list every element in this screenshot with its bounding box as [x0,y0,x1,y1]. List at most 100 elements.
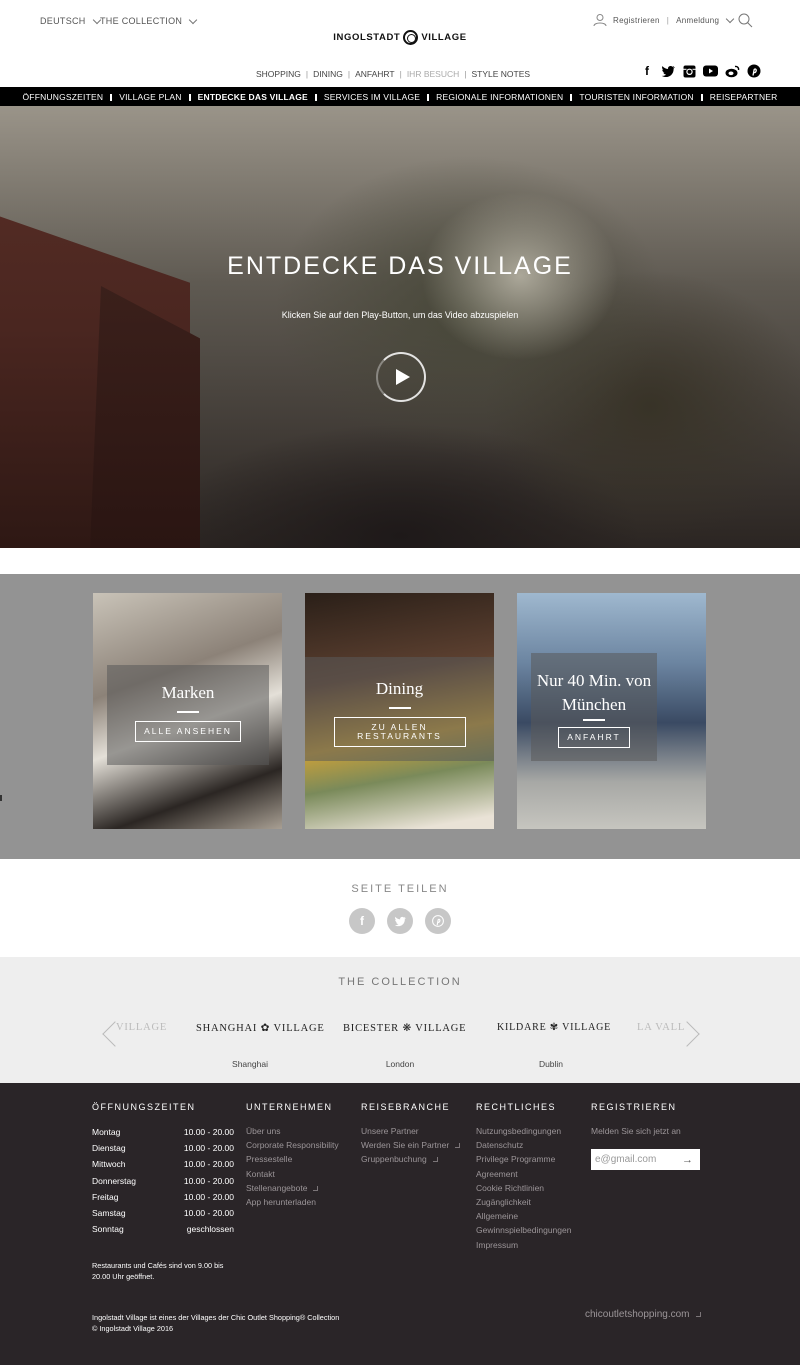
nav-ihr-besuch[interactable]: IHR BESUCH [407,69,459,79]
footer-link-nutzungsbedingungen[interactable]: Nutzungsbedingungen [476,1124,571,1138]
hero-title: ENTDECKE DAS VILLAGE [227,252,573,280]
language-label: DEUTSCH [40,16,86,26]
subnav-services[interactable]: SERVICES IM VILLAGE [314,92,428,102]
collection-selector[interactable]: THE COLLECTION [100,15,198,26]
hours-row: Sonntag geschlossen [92,1221,234,1237]
share-pinterest-button[interactable] [425,908,451,934]
card-button-zu-allen-restaurants[interactable]: ZU ALLEN RESTAURANTS [333,717,466,747]
share-twitter-button[interactable] [387,908,413,934]
hours-time: geschlossen [186,1224,234,1235]
footer-link-kontakt[interactable]: Kontakt [246,1167,339,1181]
search-icon[interactable] [738,13,753,28]
card-anfahrt[interactable]: Nur 40 Min. von München ANFAHRT [517,593,706,829]
hours-time: 10.00 - 20.00 [183,1143,234,1154]
footer-link-corporate-responsibility[interactable]: Corporate Responsibility [246,1138,339,1152]
language-selector[interactable]: DEUTSCH [40,15,101,26]
site-logo[interactable]: INGOLSTADT VILLAGE [322,26,478,48]
register-link[interactable]: Registrieren [613,16,660,25]
opening-hours-table: Montag 10.00 - 20.00 Dienstag 10.00 - 20.0… [92,1124,234,1237]
hours-row: Samstag 10.00 - 20.00 [92,1205,234,1221]
pinterest-icon[interactable] [747,64,761,78]
weibo-icon[interactable] [725,65,740,78]
footer-link-cookie-richtlinien[interactable]: Cookie Richtlinien [476,1181,571,1195]
arrow-right-icon[interactable]: → [682,1154,693,1166]
subnav-entdecke-das-village[interactable]: ENTDECKE DAS VILLAGE [188,92,316,102]
card-overlay: Nur 40 Min. von München ANFAHRT [531,653,657,761]
twitter-icon[interactable] [661,65,676,78]
footer-link-gruppenbuchung[interactable]: Gruppenbuchung [361,1152,460,1166]
footer-link-zugaenglichkeit[interactable]: Zugänglichkeit [476,1195,571,1209]
card-marken[interactable]: Marken ALLE ANSEHEN [93,593,282,829]
hours-day: Montag [92,1127,121,1137]
footer-register-text: Melden Sie sich jetzt an [591,1126,681,1136]
footer-link-label: Werden Sie ein Partner [361,1140,450,1151]
youtube-icon[interactable] [703,65,718,77]
footer-link-app-herunterladen[interactable]: App herunterladen [246,1195,339,1209]
hours-day: Donnerstag [92,1175,136,1186]
footer-travel-links: Unsere Partner Werden Sie ein Partner Gr… [361,1124,461,1167]
footer-link-ueber-uns[interactable]: Über uns [246,1124,339,1138]
collection-logo-kildare[interactable]: KILDARE ✾ VILLAGE [497,1022,611,1033]
hours-row: Mittwoch 10.00 - 20.00 [92,1156,234,1172]
collection-city-london: London [385,1059,415,1069]
footer-link-werden-sie-partner[interactable]: Werden Sie ein Partner [361,1138,461,1152]
twitter-icon [394,916,406,926]
collection-logo-partial-left[interactable]: VILLAGE [116,1022,167,1033]
nav-style-notes[interactable]: STYLE NOTES [471,69,530,79]
chicoutletshopping-link[interactable]: chicoutletshopping.com [585,1309,701,1320]
hours-time: 10.00 - 20.00 [183,1175,234,1186]
divider: | [305,69,309,79]
subnav-village-plan[interactable]: VILLAGE PLAN [110,92,189,102]
card-overlay: Dining ZU ALLEN RESTAURANTS [305,657,494,761]
site-header: DEUTSCH THE COLLECTION INGOLSTADT VILLAG… [0,0,800,87]
footer-link-privilege-programme[interactable]: Privilege Programme [476,1152,571,1166]
login-link[interactable]: Anmeldung [676,16,719,25]
user-icon[interactable] [593,13,607,27]
footer-link-stellenangebote[interactable]: Stellenangebote [246,1181,339,1195]
main-nav: SHOPPING | DINING | ANFAHRT | IHR BESUCH | S… [256,69,530,79]
share-facebook-button[interactable]: f [349,908,375,934]
nav-shopping[interactable]: SHOPPING [256,69,301,79]
card-title: Nur 40 Min. von München [536,671,652,714]
hours-row: Freitag 10.00 - 20.00 [92,1189,234,1205]
footer-link-agreement[interactable]: Agreement [476,1167,571,1181]
card-button-alle-ansehen[interactable]: ALLE ANSEHEN [135,721,241,742]
footer-link-pressestelle[interactable]: Pressestelle [246,1152,339,1166]
card-button-anfahrt[interactable]: ANFAHRT [558,727,630,748]
logo-text-left: KILDARE [497,1022,547,1033]
feature-cards: Marken ALLE ANSEHEN Dining ZU ALLEN REST… [0,574,800,859]
footer-legal-title: RECHTLICHES [476,1102,557,1112]
instagram-icon[interactable] [683,65,696,78]
facebook-icon[interactable]: f [640,64,654,78]
kildare-seal-icon: ✾ [549,1022,559,1033]
play-button[interactable] [376,352,426,402]
external-link-icon [313,1185,319,1191]
nav-dining[interactable]: DINING [313,69,343,79]
footer-legal-text: Ingolstadt Village ist eines der Village… [92,1312,339,1334]
share-title: SEITE TEILEN [351,883,449,895]
card-dining[interactable]: Dining ZU ALLEN RESTAURANTS [305,593,494,829]
collection-city-shanghai: Shanghai [232,1059,268,1069]
subnav-touristen-information[interactable]: TOURISTEN INFORMATION [570,92,701,102]
hours-time: 10.00 - 20.00 [183,1127,234,1137]
collection-city-dublin: Dublin [538,1059,564,1069]
collection-logo-bicester[interactable]: BICESTER ❋ VILLAGE [343,1022,466,1034]
footer-legal-links: Nutzungsbedingungen Datenschutz Privileg… [476,1124,571,1252]
footer-travel-title: REISEBRANCHE [361,1102,451,1112]
footer-link-impressum[interactable]: Impressum [476,1238,571,1252]
footer-link-gewinnspielbedingungen[interactable]: Gewinnspielbedingungen [476,1223,571,1237]
hours-day: Sonntag [92,1224,124,1235]
footer-link-datenschutz[interactable]: Datenschutz [476,1138,571,1152]
nav-anfahrt[interactable]: ANFAHRT [355,69,395,79]
restaurant-hours-note: Restaurants und Cafés sind von 9.00 bis … [92,1261,224,1281]
subnav-reisepartner[interactable]: REISEPARTNER [700,92,786,102]
footer-copyright: © Ingolstadt Village 2016 [92,1324,174,1333]
logo-text-left: BICESTER [343,1023,399,1034]
footer-link-unsere-partner[interactable]: Unsere Partner [361,1124,460,1138]
subnav-regionale-informationen[interactable]: REGIONALE INFORMATIONEN [427,92,571,102]
chevron-down-icon[interactable] [726,14,735,24]
collection-logo-shanghai[interactable]: SHANGHAI ✿ VILLAGE [196,1022,325,1034]
subnav-oeffnungszeiten[interactable]: ÖFFNUNGSZEITEN [15,92,112,102]
bicester-seal-icon: ❋ [402,1023,413,1034]
footer-link-allgemeine[interactable]: Allgemeine [476,1209,571,1223]
